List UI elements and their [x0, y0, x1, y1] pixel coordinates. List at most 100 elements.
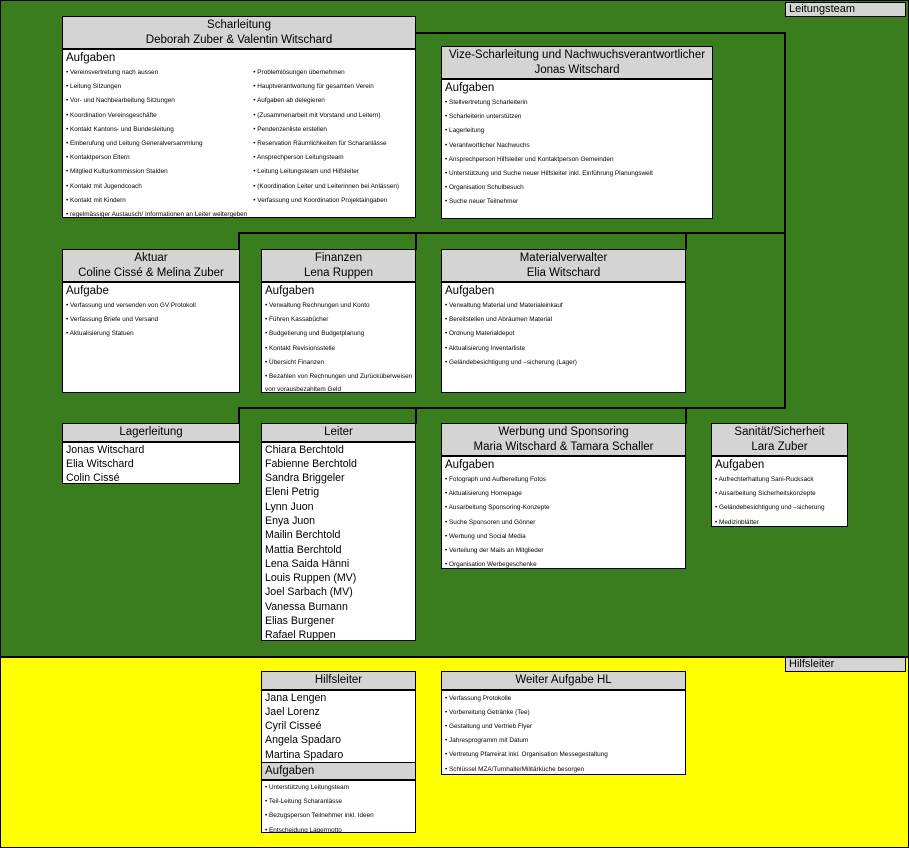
task-item: Vor- und Nachbearbeitung Sitzungen: [66, 94, 247, 108]
aktuar-box: Aktuar Coline Cissé & Melina Zuber Aufga…: [62, 249, 240, 393]
connector-line: [685, 407, 687, 424]
task-item: Kontakt Kantons- und Bundesleitung: [66, 123, 247, 137]
lagerleitung-member-list: Jonas Witschard Elia Witschard Colin Cissé: [63, 443, 239, 484]
task-item: Organisation Schulbesuch: [445, 181, 709, 195]
connector-line: [238, 232, 240, 250]
task-item: Lagerleitung: [445, 124, 709, 138]
lagerleitung-title: Lagerleitung: [119, 426, 183, 438]
task-item: Hauptverantwortung für gesamten Verein: [253, 80, 412, 94]
scharleitung-task-list-right: Problemlösungen übernehmenHauptverantwor…: [250, 66, 415, 217]
weitere-task-list: Verfassung ProtokolleVorbereitung Geträn…: [442, 692, 685, 775]
task-item: Verwaltung Rechnungen und Konto: [265, 299, 412, 313]
task-item: Pendenzenliste erstellen: [253, 123, 412, 137]
connector-line: [238, 232, 786, 234]
member-name: Jonas Witschard: [66, 443, 145, 456]
finanzen-title: Finanzen: [314, 252, 363, 264]
aktuar-task-list: Verfassung und versenden von GV Protokol…: [63, 299, 239, 342]
hilfsleiter-header: Hilfsleiter: [262, 672, 415, 691]
task-item: Problemlösungen übernehmen: [253, 66, 412, 80]
aktuar-tasks-label: Aufgabe: [66, 285, 109, 297]
task-item: Einberufung und Leitung Generalversammlu…: [66, 137, 247, 151]
sanitaet-names: Lara Zuber: [751, 440, 808, 453]
member-name: Angela Spadaro: [265, 734, 341, 747]
task-item: Übersicht Finanzen: [265, 356, 412, 370]
task-item: Bereitstellen und Abräumen Material: [445, 313, 682, 327]
task-item: Reservation Räumlichkeiten für Scharanlä…: [253, 137, 412, 151]
member-name: Martina Spadaro: [265, 748, 344, 761]
scharleitung-names: Deborah Zuber & Valentin Witschard: [145, 33, 333, 46]
hilfsleiter-member-list: Jana Lengen Jael Lorenz Cyril Cisseé Angela…: [262, 691, 415, 762]
task-item: Ausarbeitung Sicherheitskonzepte: [715, 487, 844, 501]
connector-line: [238, 407, 240, 424]
member-name: Colin Cissé: [66, 472, 120, 484]
weitere-box: Weiter Aufgabe HL Verfassung ProtokolleV…: [441, 671, 686, 775]
task-item: Suche Sponsoren und Gönner: [445, 516, 682, 530]
task-item: Aktualisierung Homepage: [445, 487, 682, 501]
task-item: Aufgaben ab delegieren: [253, 94, 412, 108]
sanitaet-title: Sanität/Sicherheit: [734, 426, 825, 438]
task-item: Vertretung Pfarreirat inkl. Organisation…: [445, 748, 682, 762]
task-item: Verantwortlicher Nachwuchs: [445, 139, 709, 153]
leiter-title: Leiter: [324, 426, 353, 438]
material-box: Materialverwalter Elia Witschard Aufgabe…: [441, 249, 686, 393]
connector-line: [415, 232, 417, 250]
hilfsleiter-box: Hilfsleiter Jana Lengen Jael Lorenz Cyril …: [261, 671, 416, 833]
task-item: Aufrechterhaltung Sani-Rucksack: [715, 473, 844, 487]
task-item: Koordination Vereinsgeschäfte: [66, 109, 247, 123]
member-name: Sandra Briggeler: [265, 472, 345, 485]
werbung-tasks-label: Aufgaben: [445, 459, 495, 471]
task-item: Vereinsvertretung nach aussen: [66, 66, 247, 80]
task-item: Verfassung und Koordination Projektainga…: [253, 194, 412, 208]
task-item: Aktualisierung Statuen: [66, 327, 236, 341]
scharleitung-box: Scharleitung Deborah Zuber & Valentin Wi…: [62, 16, 416, 218]
leiter-header: Leiter: [262, 424, 415, 443]
task-item: Geländebesichtigung und –sicherung (Lage…: [445, 356, 682, 370]
member-name: Mattia Berchtold: [265, 543, 342, 556]
vize-tasks-label: Aufgaben: [445, 82, 495, 94]
finanzen-box: Finanzen Lena Ruppen Aufgaben Verwaltung…: [261, 249, 416, 393]
weitere-title: Weiter Aufgabe HL: [515, 674, 612, 686]
task-item: Verfassung Protokolle: [445, 692, 682, 706]
hilfsleiter-zone-label: Hilfsleiter: [785, 657, 906, 672]
task-item: Fotograph und Aufbereitung Fotos: [445, 473, 682, 487]
vize-box: Vize-Scharleitung und Nachwuchsverantwor…: [441, 46, 713, 219]
task-item: Aktualisierung Inventarliste: [445, 342, 682, 356]
task-item: Kontakt Revisionsstelle: [265, 342, 412, 356]
member-name: Chiara Berchtold: [265, 443, 344, 456]
finanzen-header: Finanzen Lena Ruppen: [262, 250, 415, 283]
member-name: Vanessa Bumann: [265, 600, 348, 613]
connector-line: [685, 232, 687, 250]
sanitaet-box: Sanität/Sicherheit Lara Zuber Aufgaben A…: [711, 423, 848, 527]
member-name: Lena Saida Hänni: [265, 557, 350, 570]
task-item: Gestaltung und Vertrieb Flyer: [445, 720, 682, 734]
vize-title: Vize-Scharleitung und Nachwuchsverantwor…: [448, 49, 706, 61]
material-title: Materialverwalter: [519, 252, 608, 264]
task-item: Kontakt mit Jugendcoach: [66, 180, 247, 194]
weitere-header: Weiter Aufgabe HL: [442, 672, 685, 691]
task-item: regelmässiger Austausch/ Informationen a…: [66, 208, 247, 217]
task-item: Suche neuer Teilnehmer: [445, 195, 709, 209]
werbung-names: Maria Witschard & Tamara Schaller: [473, 440, 654, 453]
sanitaet-header: Sanität/Sicherheit Lara Zuber: [712, 424, 847, 457]
member-name: Cyril Cisseé: [265, 720, 322, 733]
task-item: Ansprechperson Hilfsleiter und Kontaktpe…: [445, 153, 709, 167]
task-item: Mitglied Kulturkommission Stalden: [66, 165, 247, 179]
material-tasks-label: Aufgaben: [445, 285, 495, 297]
lagerleitung-header: Lagerleitung: [63, 424, 239, 443]
task-item: Budgetierung und Budgetplanung: [265, 327, 412, 341]
finanzen-task-tail: von vorausbezahltem Geld: [265, 386, 342, 393]
scharleitung-tasks-label: Aufgaben: [66, 52, 116, 64]
connector-line: [415, 407, 417, 424]
member-name: Rafael Ruppen: [265, 629, 336, 641]
task-item: Verfassung und versenden von GV Protokol…: [66, 299, 236, 313]
vize-task-list: Stellvertretung ScharleiterinScharleiter…: [442, 96, 712, 210]
task-item: Ausarbeitung Sponsoring-Konzepte: [445, 501, 682, 515]
member-name: Fabienne Berchtold: [265, 457, 357, 470]
connector-line: [784, 32, 786, 232]
connector-line: [238, 407, 786, 409]
task-item: Werbung und Social Media: [445, 530, 682, 544]
member-name: Elias Burgener: [265, 615, 335, 628]
material-names: Elia Witschard: [526, 266, 601, 279]
task-item: Scharleiterin unterstützen: [445, 110, 709, 124]
task-item: Leitung Sitzungen: [66, 80, 247, 94]
